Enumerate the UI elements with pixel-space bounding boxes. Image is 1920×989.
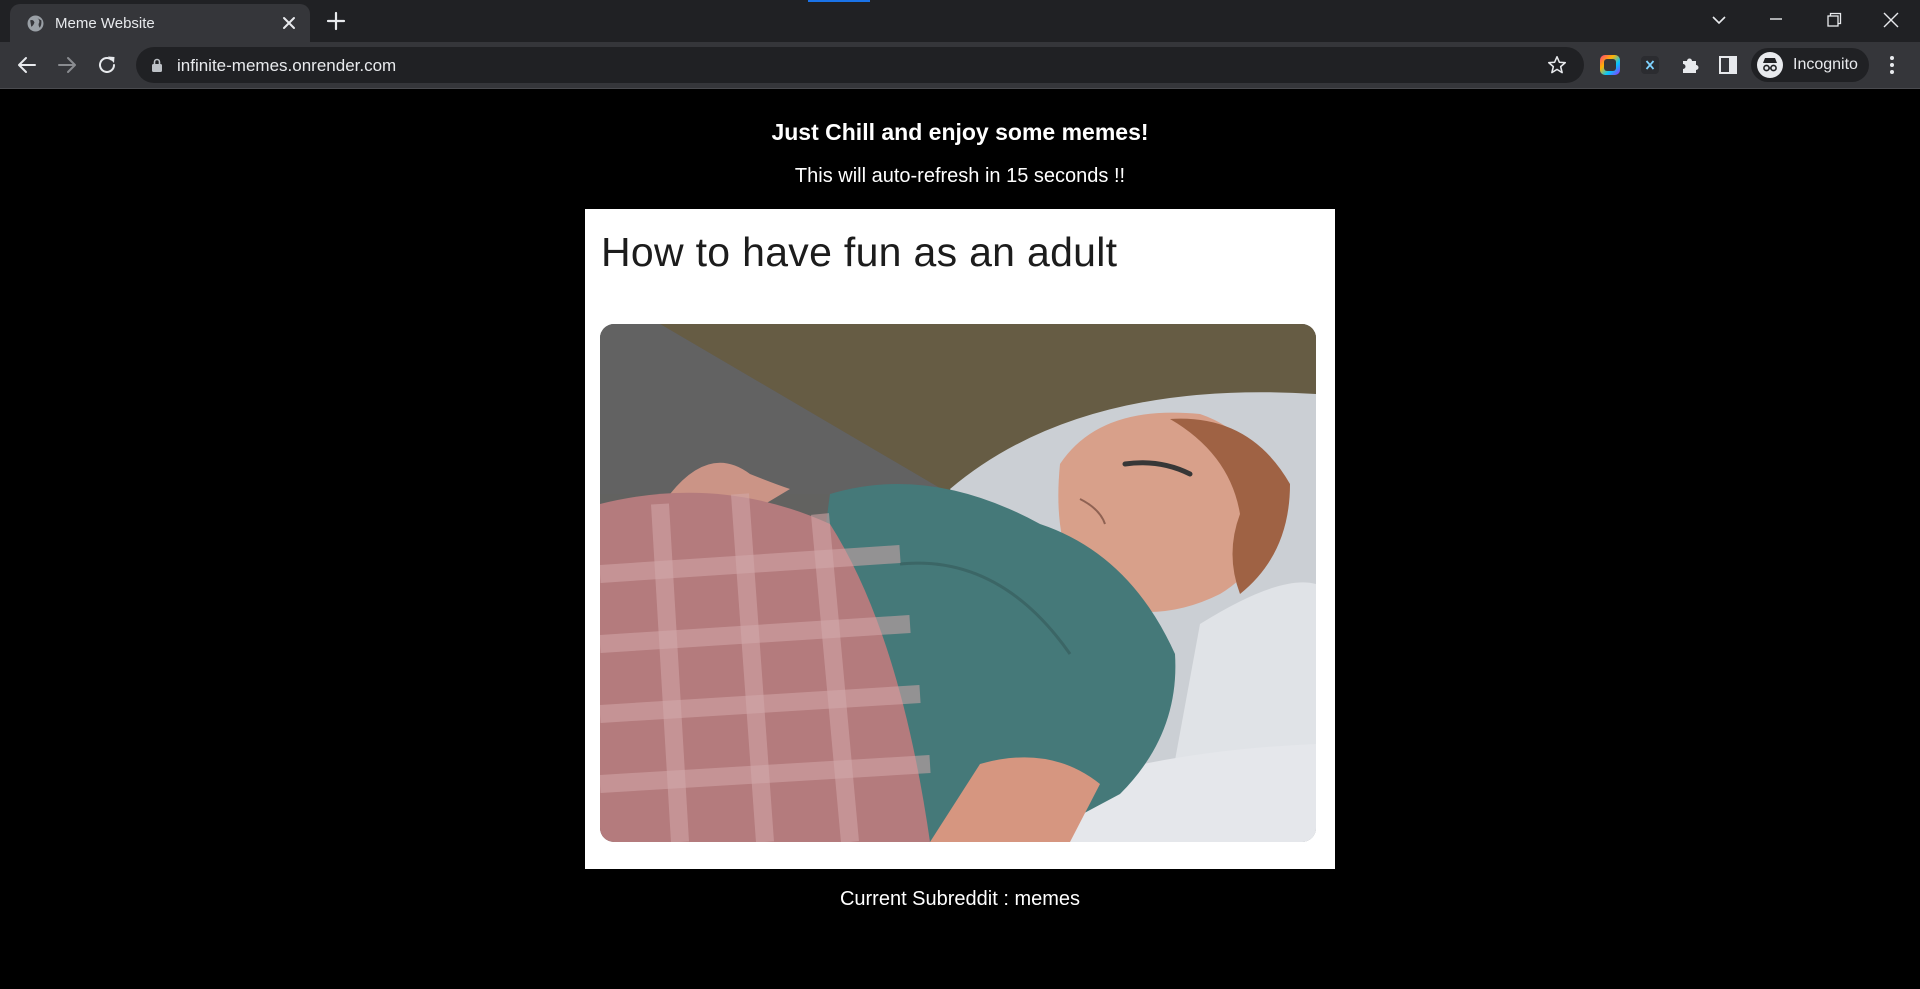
profile-label: Incognito — [1793, 56, 1858, 73]
bookmark-star-icon[interactable] — [1546, 54, 1568, 76]
close-icon[interactable] — [280, 14, 298, 32]
meme-caption: How to have fun as an adult — [601, 229, 1118, 275]
toolbar: infinite-memes.onrender.com Incognito — [0, 42, 1920, 89]
restore-icon[interactable] — [1820, 8, 1846, 32]
meme-image: How to have fun as an adult — [585, 209, 1335, 869]
globe-icon — [27, 15, 44, 32]
side-panel-icon[interactable] — [1716, 53, 1740, 77]
current-subreddit: Current Subreddit : memes — [839, 888, 1081, 910]
address-bar[interactable]: infinite-memes.onrender.com — [136, 47, 1584, 83]
minimize-icon[interactable] — [1763, 8, 1789, 32]
profile-button[interactable]: Incognito — [1751, 48, 1869, 82]
tab-strip-accent — [808, 0, 870, 2]
window-close-icon[interactable] — [1878, 8, 1904, 32]
url-text[interactable]: infinite-memes.onrender.com — [177, 56, 396, 76]
forward-arrow-icon[interactable] — [55, 53, 79, 77]
back-arrow-icon[interactable] — [15, 53, 39, 77]
meme-illustration — [600, 324, 1316, 842]
tab-strip: Meme Website — [0, 0, 1920, 42]
lock-icon[interactable] — [150, 57, 164, 73]
page-heading: Just Chill and enjoy some memes! — [771, 119, 1149, 145]
tab-search-chevron-icon[interactable] — [1706, 8, 1732, 32]
page-content: Just Chill and enjoy some memes! This wi… — [0, 89, 1920, 989]
refresh-notice: This will auto-refresh in 15 seconds !! — [794, 165, 1126, 187]
browser-chrome: Meme Website infinite-memes.onrender.com… — [0, 0, 1920, 89]
new-tab-icon[interactable] — [326, 11, 346, 31]
more-menu-icon[interactable] — [1880, 53, 1904, 77]
x-extension-icon[interactable] — [1638, 53, 1662, 77]
reload-icon[interactable] — [95, 53, 119, 77]
puzzle-extensions-icon[interactable] — [1678, 53, 1702, 77]
incognito-icon — [1757, 52, 1783, 78]
tab-meme-website[interactable]: Meme Website — [10, 4, 310, 42]
tab-title: Meme Website — [55, 15, 155, 32]
color-extension-icon[interactable] — [1598, 53, 1622, 77]
